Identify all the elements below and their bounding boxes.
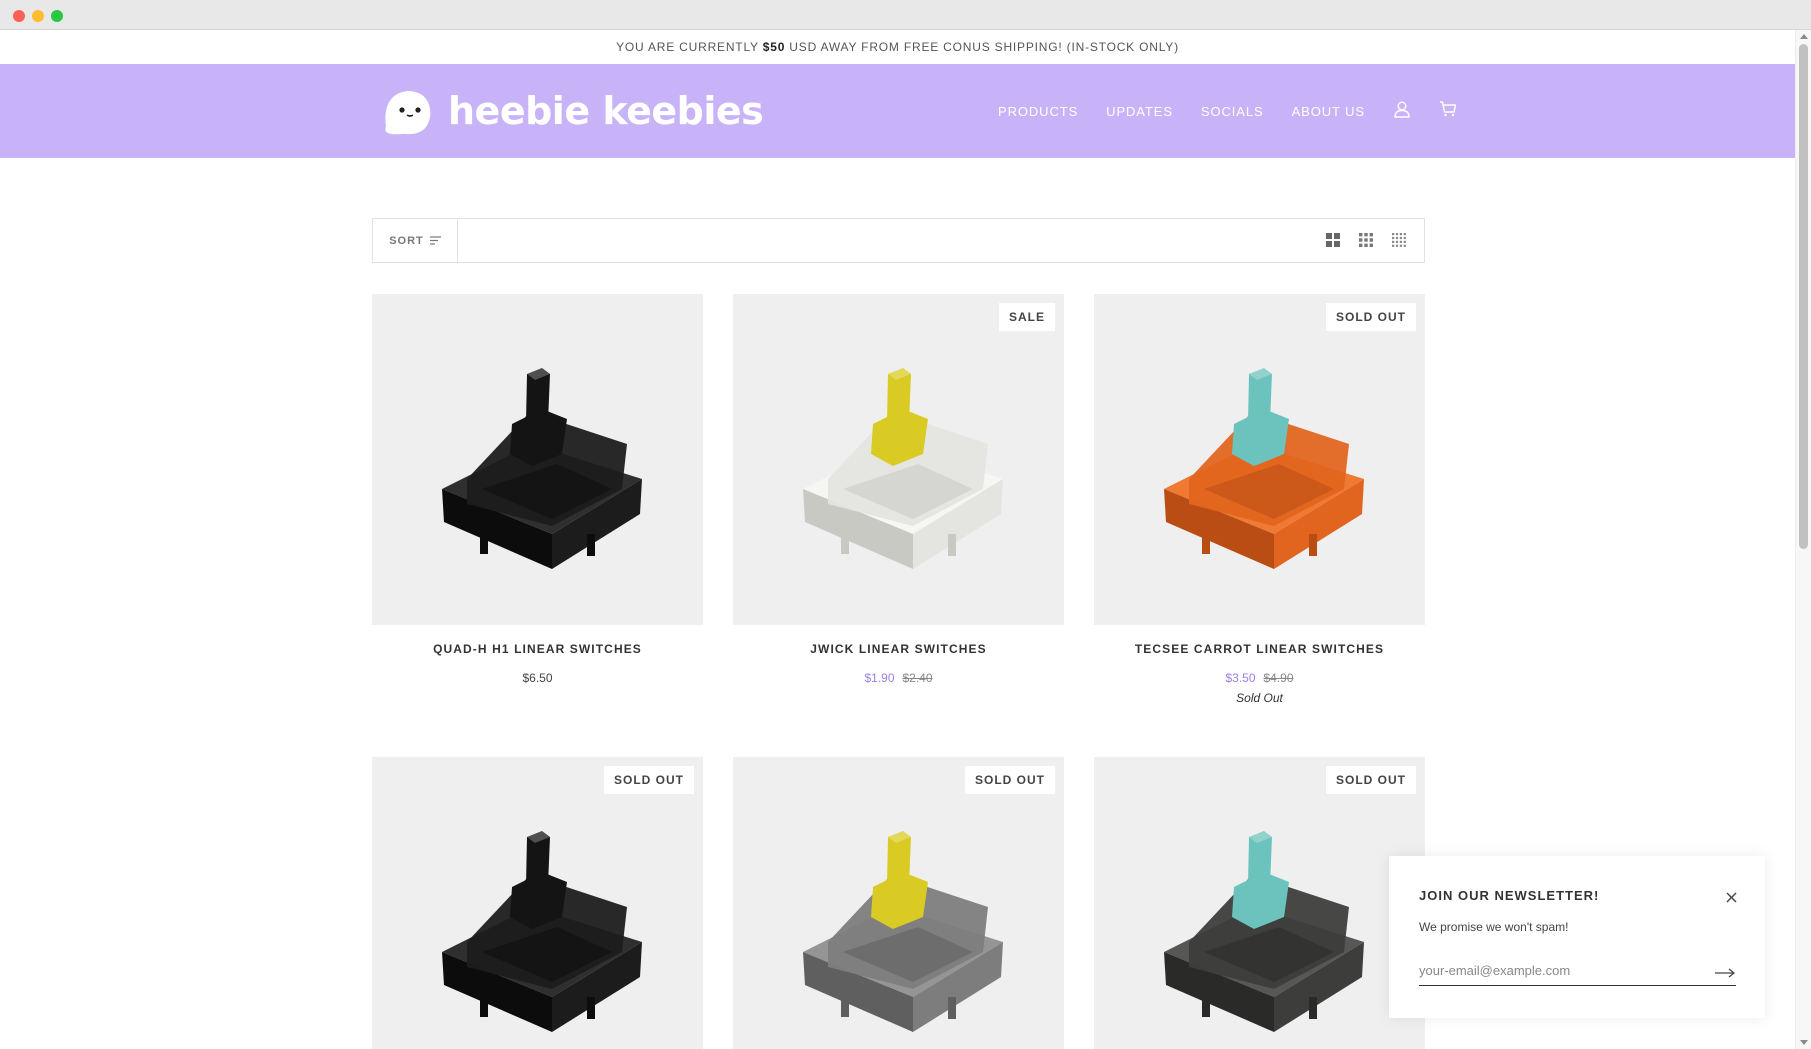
ghost-logo-icon [385,91,431,135]
product-image[interactable] [372,294,703,625]
grid-view-switcher [1307,233,1406,252]
product-image[interactable]: SOLD OUT [1094,294,1425,625]
brand-logo-link[interactable]: heebie keebies [380,82,764,140]
status-badge: SOLD OUT [1326,766,1416,794]
nav-updates[interactable]: UPDATES [1106,104,1173,119]
sort-label: SORT [389,234,424,247]
nav-socials[interactable]: SOCIALS [1201,104,1264,119]
product-title[interactable]: TECSEE CARROT LINEAR SWITCHES [1094,642,1425,656]
product-card[interactable]: SOLD OUT [733,757,1064,1049]
product-card[interactable]: QUAD-H H1 LINEAR SWITCHES $6.50 [372,294,703,685]
close-window-button[interactable] [13,10,25,22]
grid-2-icon[interactable] [1326,233,1340,252]
grid-4-icon[interactable] [1392,233,1406,252]
product-card[interactable]: SOLD OUT [372,757,703,1049]
compare-at-price: $4.90 [1263,671,1294,685]
nav-about-us[interactable]: ABOUT US [1292,104,1365,119]
product-card[interactable]: SALE JWICK LINEAR SWITCHES $1.90 $2.40 [733,294,1064,685]
nav-products[interactable]: PRODUCTS [998,104,1078,119]
newsletter-popup: JOIN OUR NEWSLETTER! We promise we won't… [1389,856,1765,1018]
switch-image-icon [803,831,1003,1032]
sort-icon [429,236,441,245]
page-scrollbar[interactable] [1795,30,1811,1049]
announcement-amount: $50 [762,40,786,54]
status-badge: SOLD OUT [965,766,1055,794]
arrow-right-icon[interactable] [1715,965,1736,983]
window-titlebar [0,0,1811,30]
status-badge: SALE [998,303,1055,331]
switch-image-icon [442,831,642,1032]
scroll-thumb[interactable] [1799,44,1808,549]
grid-3-icon[interactable] [1359,233,1373,252]
sale-price: $1.90 [864,671,895,685]
site-header: heebie keebies PRODUCTS UPDATES SOCIALS … [0,64,1795,158]
product-card[interactable]: SOLD OUT TECSEE CARROT LINEAR SWITCHES $3.… [1094,294,1425,705]
product-image[interactable]: SOLD OUT [1094,757,1425,1049]
product-price: $3.50 $4.90 [1094,671,1425,685]
sale-price: $3.50 [1225,671,1256,685]
scroll-up-arrow-icon[interactable] [1800,34,1808,39]
product-price: $1.90 $2.40 [733,671,1064,685]
product-card[interactable]: SOLD OUT [1094,757,1425,1049]
switch-image-icon [803,368,1003,569]
newsletter-email-input[interactable] [1419,956,1736,986]
regular-price: $6.50 [522,671,553,685]
announcement-bar: YOU ARE CURRENTLY $50 USD AWAY FROM FREE… [0,30,1795,64]
product-image[interactable]: SALE [733,294,1064,625]
brand-name: heebie keebies [448,89,764,133]
sort-button[interactable]: SORT [373,219,458,262]
product-title[interactable]: QUAD-H H1 LINEAR SWITCHES [372,642,703,656]
account-icon[interactable] [1393,100,1411,123]
maximize-window-button[interactable] [51,10,63,22]
switch-image-icon [1164,368,1364,569]
close-icon[interactable] [1726,890,1737,908]
product-image[interactable]: SOLD OUT [733,757,1064,1049]
cart-icon[interactable] [1439,100,1457,123]
announcement-text-before: YOU ARE CURRENTLY [616,40,763,54]
scroll-down-arrow-icon[interactable] [1800,1040,1808,1045]
minimize-window-button[interactable] [32,10,44,22]
newsletter-title: JOIN OUR NEWSLETTER! [1419,888,1600,903]
main-navigation: PRODUCTS UPDATES SOCIALS ABOUT US [998,64,1485,158]
product-price: $6.50 [372,671,703,685]
status-badge: SOLD OUT [604,766,694,794]
product-image[interactable]: SOLD OUT [372,757,703,1049]
status-badge: SOLD OUT [1326,303,1416,331]
switch-image-icon [442,368,642,569]
sold-out-note: Sold Out [1236,691,1283,705]
switch-image-icon [1164,831,1364,1032]
collection-toolbar: SORT [372,218,1425,263]
compare-at-price: $2.40 [902,671,933,685]
newsletter-subtitle: We promise we won't spam! [1419,920,1569,934]
product-title[interactable]: JWICK LINEAR SWITCHES [733,642,1064,656]
announcement-text-after: USD AWAY FROM FREE CONUS SHIPPING! (IN-S… [785,40,1179,54]
